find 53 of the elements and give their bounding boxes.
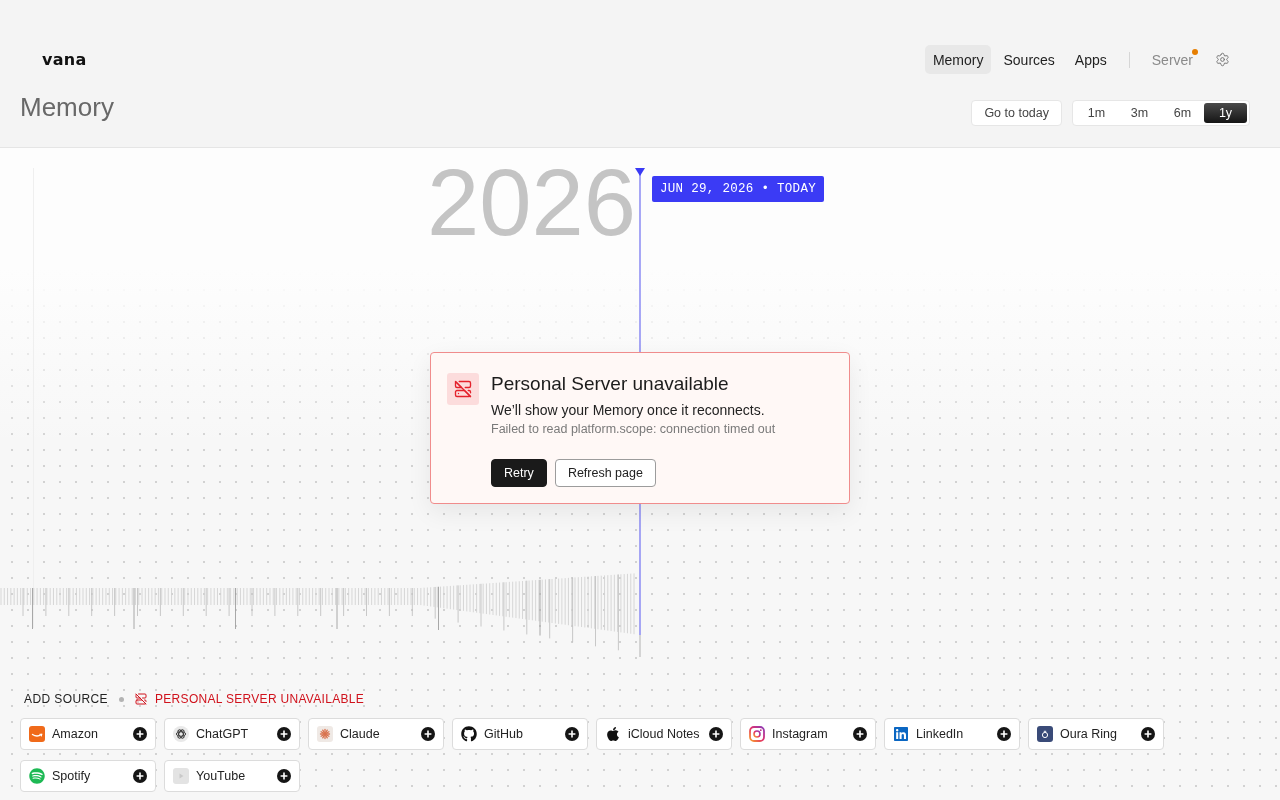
logo-wordmark[interactable]: vana [42, 50, 87, 69]
add-icon [709, 727, 723, 741]
source-button[interactable]: YouTube [164, 760, 300, 792]
go-to-today-button[interactable]: Go to today [971, 100, 1062, 126]
claude-logo-icon [317, 726, 333, 742]
apple-logo-icon [605, 726, 621, 742]
retry-button[interactable]: Retry [491, 459, 547, 487]
video-logo-icon [173, 768, 189, 784]
source-button[interactable]: Instagram [740, 718, 876, 750]
chatgpt-logo-icon [173, 726, 189, 742]
ring-logo-icon [1037, 726, 1053, 742]
instagram-logo-icon [749, 726, 765, 742]
settings-icon[interactable] [1215, 52, 1230, 67]
source-button[interactable]: Oura Ring [1028, 718, 1164, 750]
year-label: 2026 [426, 156, 636, 250]
source-button[interactable]: iCloud Notes [596, 718, 732, 750]
amazon-logo-icon [29, 726, 45, 742]
add-icon [133, 727, 147, 741]
range-option[interactable]: 1m [1075, 103, 1118, 123]
add-icon [421, 727, 435, 741]
range-option[interactable]: 1y [1204, 103, 1247, 123]
error-detail: Failed to read platform.scope: connection timed out [491, 421, 776, 437]
section-heading: ADD SOURCE [24, 692, 108, 706]
server-off-icon [447, 373, 479, 405]
source-button[interactable]: ChatGPT [164, 718, 300, 750]
spotify-logo-icon [29, 768, 45, 784]
nav-tab[interactable]: Sources [995, 45, 1063, 74]
page-title: Memory [20, 92, 114, 122]
source-button[interactable]: LinkedIn [884, 718, 1020, 750]
dialog-title: Personal Server unavailable [491, 373, 730, 395]
nav-tab[interactable]: Memory [924, 45, 992, 74]
range-option[interactable]: 3m [1118, 103, 1161, 123]
today-badge: JUN 29, 2026 • TODAY [652, 176, 825, 202]
add-icon [1141, 727, 1155, 741]
add-icon [277, 727, 291, 741]
source-button[interactable]: Amazon [20, 718, 156, 750]
range-option[interactable]: 6m [1161, 103, 1204, 123]
add-icon [997, 727, 1011, 741]
dialog-message: We’ll show your Memory once it reconnects. [491, 401, 766, 419]
server-off-icon [135, 693, 147, 705]
add-icon [853, 727, 867, 741]
linkedin-logo-icon [893, 726, 909, 742]
add-icon [565, 727, 579, 741]
status-warning: PERSONAL SERVER UNAVAILABLE [155, 692, 365, 706]
github-logo-icon [461, 726, 477, 742]
source-button[interactable]: Spotify [20, 760, 156, 792]
separator-dot-icon [119, 696, 124, 702]
nav-tab[interactable]: Apps [1066, 45, 1115, 74]
source-button[interactable]: GitHub [452, 718, 588, 750]
refresh-button[interactable]: Refresh page [554, 459, 656, 487]
add-icon [133, 769, 147, 783]
source-button[interactable]: Claude [308, 718, 444, 750]
add-icon [277, 769, 291, 783]
